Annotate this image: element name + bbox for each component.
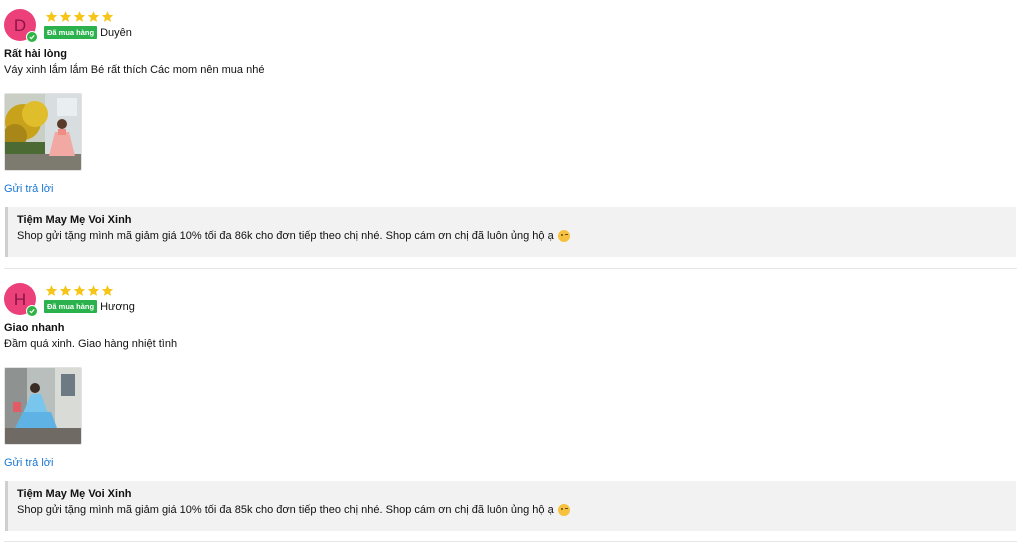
shop-name: Tiệm May Mẹ Voi Xinh	[17, 488, 132, 500]
star-rating	[45, 10, 114, 23]
face-blowing-kiss-icon	[557, 230, 570, 242]
review-photo[interactable]	[4, 93, 82, 171]
review-text: Đầm quá xinh. Giao hàng nhiệt tình	[4, 338, 178, 350]
face-blowing-kiss-icon	[557, 504, 570, 516]
author-name: Hương	[100, 300, 135, 313]
review-divider	[4, 541, 1017, 542]
author-name: Duyên	[100, 26, 132, 39]
review-meta: Đã mua hàng Hương	[44, 300, 135, 313]
star-icon	[45, 11, 58, 22]
shop-reply-text: Shop gửi tặng mình mã giảm giá 10% tối đ…	[17, 504, 554, 516]
star-icon	[59, 285, 72, 296]
review-text: Váy xinh lắm lắm Bé rất thích Các mom nê…	[4, 64, 265, 76]
review-title: Rất hài lòng	[4, 48, 67, 60]
star-icon	[87, 285, 100, 296]
review-divider	[4, 268, 1017, 269]
send-reply-link[interactable]: Gửi trả lời	[4, 183, 53, 195]
shop-reply-box: Tiệm May Mẹ Voi Xinh Shop gửi tặng mình …	[5, 481, 1016, 531]
shop-reply-text-row: Shop gửi tặng mình mã giảm giá 10% tối đ…	[17, 504, 570, 516]
star-icon	[73, 11, 86, 22]
shop-reply-box: Tiệm May Mẹ Voi Xinh Shop gửi tặng mình …	[5, 207, 1016, 257]
purchased-badge: Đã mua hàng	[44, 26, 98, 39]
avatar: D	[4, 9, 38, 43]
shop-reply-text: Shop gửi tặng mình mã giảm giá 10% tối đ…	[17, 230, 554, 242]
star-icon	[73, 285, 86, 296]
star-icon	[45, 285, 58, 296]
shop-reply-text-row: Shop gửi tặng mình mã giảm giá 10% tối đ…	[17, 230, 570, 242]
verified-check-icon	[26, 31, 38, 43]
star-icon	[101, 11, 114, 22]
review-title: Giao nhanh	[4, 322, 65, 334]
avatar: H	[4, 283, 38, 317]
verified-check-icon	[26, 305, 38, 317]
star-icon	[59, 11, 72, 22]
star-rating	[45, 284, 114, 297]
purchased-badge: Đã mua hàng	[44, 300, 98, 313]
send-reply-link[interactable]: Gửi trả lời	[4, 457, 53, 469]
shop-name: Tiệm May Mẹ Voi Xinh	[17, 214, 132, 226]
star-icon	[101, 285, 114, 296]
review-meta: Đã mua hàng Duyên	[44, 26, 132, 39]
star-icon	[87, 11, 100, 22]
review-photo[interactable]	[4, 367, 82, 445]
